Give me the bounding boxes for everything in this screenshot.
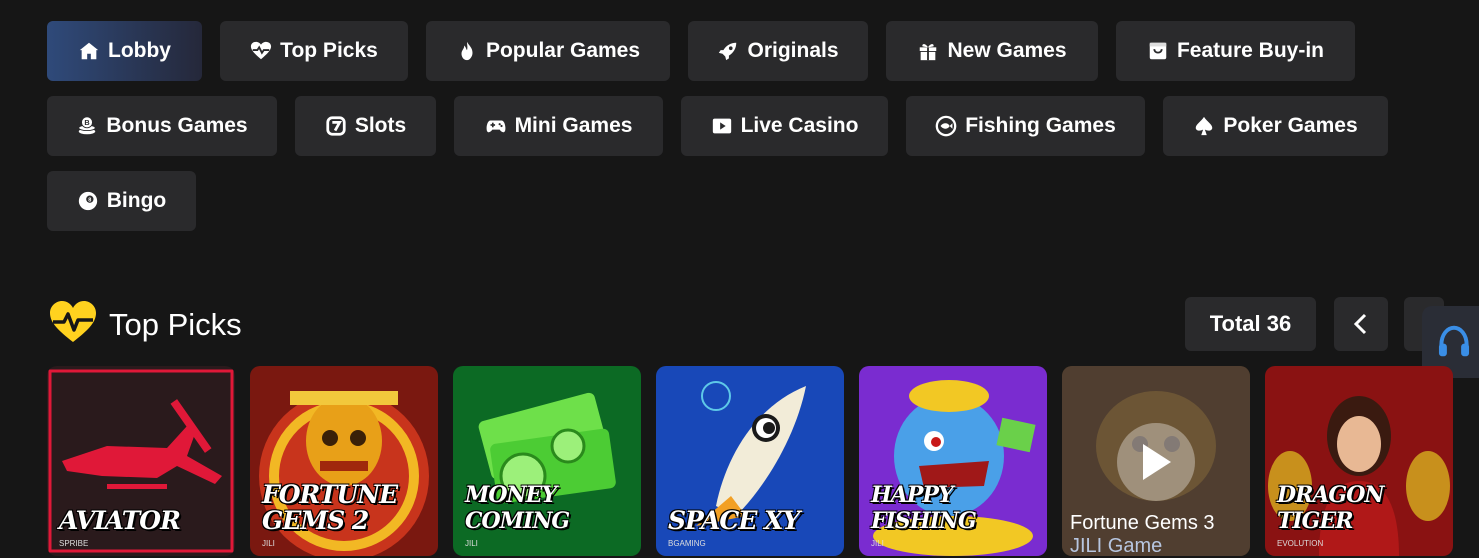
game-title: DRAGON TIGER: [1277, 482, 1385, 534]
category-feature-buy-in-button[interactable]: Feature Buy-in: [1116, 21, 1355, 81]
game-provider: JILI: [465, 539, 478, 548]
category-top-picks-button[interactable]: Top Picks: [220, 21, 408, 81]
game-provider: JILI: [871, 539, 884, 548]
game-provider: BGAMING: [668, 539, 706, 548]
game-provider: EVOLUTION: [1277, 539, 1324, 548]
play-button[interactable]: [1117, 423, 1195, 501]
category-label: Lobby: [108, 39, 171, 62]
spade-icon: [1193, 115, 1215, 137]
category-label: Bonus Games: [106, 114, 248, 137]
game-card-fortune-gems-3[interactable]: Fortune Gems 3 JILI Game: [1062, 366, 1250, 556]
category-new-games-button[interactable]: New Games: [886, 21, 1098, 81]
svg-text:B: B: [85, 118, 90, 127]
category-label: Poker Games: [1223, 114, 1358, 137]
category-label: Slots: [354, 114, 407, 137]
category-row-3: 8 Bingo: [47, 171, 1447, 231]
game-provider: JILI: [262, 539, 275, 548]
category-poker-games-button[interactable]: Poker Games: [1163, 96, 1388, 156]
game-title: HAPPY FISHING: [871, 482, 977, 534]
coin-stack-icon: B: [76, 115, 98, 137]
heart-pulse-icon: [49, 300, 97, 349]
game-card-dragon-tiger[interactable]: DRAGON TIGER EVOLUTION: [1265, 366, 1453, 556]
gift-icon: [917, 40, 939, 62]
game-title: Fortune Gems 3: [1070, 512, 1215, 534]
category-label: Live Casino: [740, 114, 859, 137]
game-title: MONEY COMING: [465, 482, 570, 534]
slot-seven-icon: [325, 115, 347, 137]
game-card-happy-fishing[interactable]: HAPPY FISHING JILI: [859, 366, 1047, 556]
video-icon: [711, 115, 733, 137]
game-title: SPACE XY: [668, 506, 800, 535]
bag-icon: [1147, 40, 1169, 62]
total-count: Total 36: [1185, 297, 1316, 351]
category-label: Fishing Games: [965, 114, 1116, 137]
game-provider: SPRIBE: [59, 539, 89, 548]
category-fishing-games-button[interactable]: Fishing Games: [906, 96, 1145, 156]
section-header: Top Picks: [49, 300, 242, 349]
category-originals-button[interactable]: Originals: [688, 21, 868, 81]
rocket-icon: [717, 40, 739, 62]
category-row-2: B Bonus Games Slots Mini Games Live Casi…: [47, 96, 1447, 156]
heart-pulse-icon: [250, 40, 272, 62]
category-bonus-games-button[interactable]: B Bonus Games: [47, 96, 277, 156]
category-mini-games-button[interactable]: Mini Games: [454, 96, 663, 156]
game-card-money-coming[interactable]: MONEY COMING JILI: [453, 366, 641, 556]
category-popular-games-button[interactable]: Popular Games: [426, 21, 670, 81]
fire-icon: [456, 40, 478, 62]
category-lobby-button[interactable]: Lobby: [47, 21, 202, 81]
fish-icon: [935, 115, 957, 137]
prev-page-button[interactable]: [1334, 297, 1388, 351]
home-icon: [78, 40, 100, 62]
game-card-space-xy[interactable]: SPACE XY BGAMING: [656, 366, 844, 556]
gamepad-icon: [485, 115, 507, 137]
category-label: New Games: [947, 39, 1067, 62]
chevron-left-icon: [1353, 313, 1367, 335]
play-icon: [1143, 444, 1171, 480]
game-title: AVIATOR: [59, 506, 181, 535]
headset-icon: [1438, 325, 1470, 357]
game-provider: JILI Game: [1070, 535, 1163, 556]
category-nav: Lobby Top Picks Popular Games Originals …: [47, 21, 1447, 246]
category-label: Originals: [747, 39, 839, 62]
section-title: Top Picks: [109, 306, 242, 342]
game-card-aviator[interactable]: AVIATOR SPRIBE: [47, 366, 235, 556]
category-label: Feature Buy-in: [1176, 39, 1325, 62]
bingo-ball-icon: 8: [77, 190, 99, 212]
game-title: FORTUNE GEMS 2: [262, 480, 398, 535]
category-live-casino-button[interactable]: Live Casino: [681, 96, 888, 156]
game-card-list: AVIATOR SPRIBE FORTUNE GEMS 2 JILI MONEY…: [47, 366, 1453, 556]
category-label: Popular Games: [485, 39, 641, 62]
category-label: Top Picks: [280, 39, 378, 62]
category-row-1: Lobby Top Picks Popular Games Originals …: [47, 21, 1447, 81]
category-slots-button[interactable]: Slots: [295, 96, 436, 156]
category-bingo-button[interactable]: 8 Bingo: [47, 171, 196, 231]
category-label: Bingo: [106, 189, 167, 212]
category-label: Mini Games: [514, 114, 633, 137]
game-card-fortune-gems-2[interactable]: FORTUNE GEMS 2 JILI: [250, 366, 438, 556]
svg-text:8: 8: [88, 197, 91, 203]
